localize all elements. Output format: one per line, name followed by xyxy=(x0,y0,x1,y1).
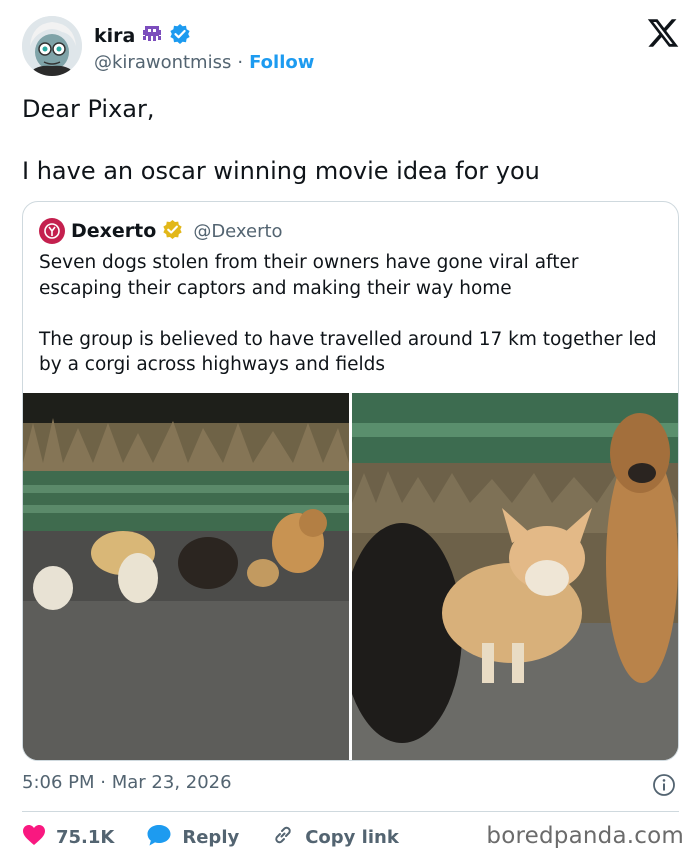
reply-label: Reply xyxy=(182,826,240,848)
timestamp-separator: · xyxy=(100,772,106,793)
site-watermark: boredpanda.com xyxy=(486,823,684,849)
author-handle[interactable]: @kirawontmiss xyxy=(94,52,231,73)
reply-icon xyxy=(146,823,172,852)
handle-separator: · xyxy=(237,52,244,73)
corgi-photo-right[interactable] xyxy=(352,393,678,761)
copy-link-button[interactable]: Copy link xyxy=(271,823,399,852)
heart-icon xyxy=(22,824,46,851)
like-button[interactable]: 75.1K xyxy=(22,824,114,851)
follow-button[interactable]: Follow xyxy=(249,52,314,73)
tweet-date: Mar 23, 2026 xyxy=(111,772,232,793)
x-logo-icon[interactable] xyxy=(646,16,680,50)
tweet-line: I have an oscar winning movie idea for y… xyxy=(22,157,540,185)
info-icon[interactable] xyxy=(652,773,676,797)
quoted-paragraph: The group is believed to have travelled … xyxy=(39,328,657,376)
author-avatar[interactable] xyxy=(22,16,82,76)
alien-emoji-icon xyxy=(141,24,163,48)
reply-button[interactable]: Reply xyxy=(146,823,239,852)
quoted-author-avatar[interactable] xyxy=(39,218,65,244)
dogs-photo-left[interactable] xyxy=(23,393,349,761)
action-bar: 75.1K Reply Copy link xyxy=(22,820,431,854)
quoted-handle[interactable]: @Dexerto xyxy=(193,221,282,242)
quoted-text: Seven dogs stolen from their owners have… xyxy=(39,250,664,378)
copy-link-label: Copy link xyxy=(305,826,399,848)
tweet-text: Dear Pixar, I have an oscar winning movi… xyxy=(22,94,682,187)
verified-badge-icon xyxy=(169,23,191,49)
link-icon xyxy=(271,823,295,852)
gold-verified-badge-icon xyxy=(162,219,183,244)
quoted-display-name[interactable]: Dexerto xyxy=(71,220,156,242)
divider xyxy=(22,811,679,812)
tweet-line: Dear Pixar, xyxy=(22,95,155,123)
tweet-header: kira @kirawontmiss · Follow xyxy=(22,16,682,78)
author-display-name[interactable]: kira xyxy=(94,25,135,47)
tweet-timestamp[interactable]: 5:06 PM · Mar 23, 2026 xyxy=(22,772,232,793)
quoted-tweet-card[interactable]: Dexerto @Dexerto Seven dogs stolen from … xyxy=(22,201,679,761)
tweet-time: 5:06 PM xyxy=(22,772,95,793)
quoted-paragraph: Seven dogs stolen from their owners have… xyxy=(39,252,579,299)
quoted-media[interactable] xyxy=(23,393,678,761)
like-count: 75.1K xyxy=(56,826,115,848)
